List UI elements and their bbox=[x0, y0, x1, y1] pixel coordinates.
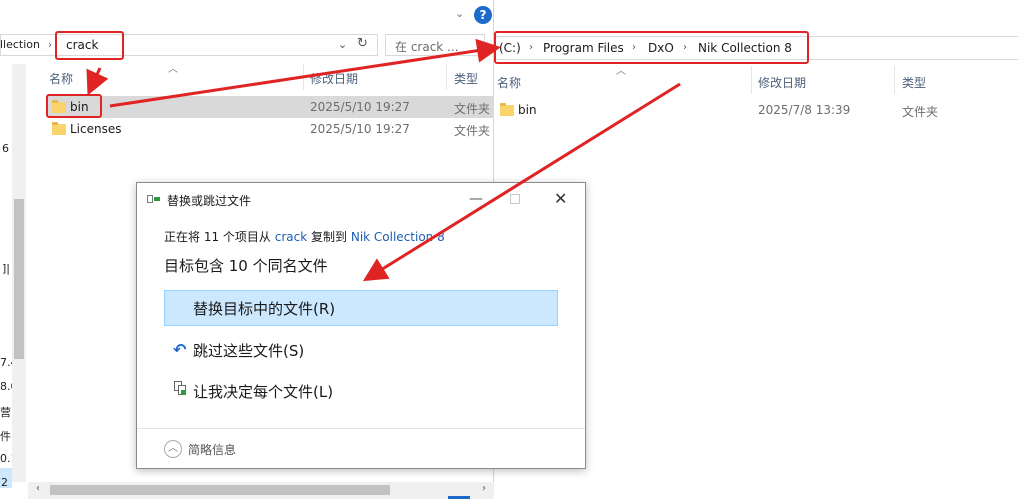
annotation-arrows bbox=[86, 38, 681, 282]
arrow-bin-to-destination bbox=[109, 38, 501, 108]
arrow-crack-to-bin bbox=[86, 67, 109, 96]
arrow-destination-to-dialog bbox=[362, 82, 681, 282]
